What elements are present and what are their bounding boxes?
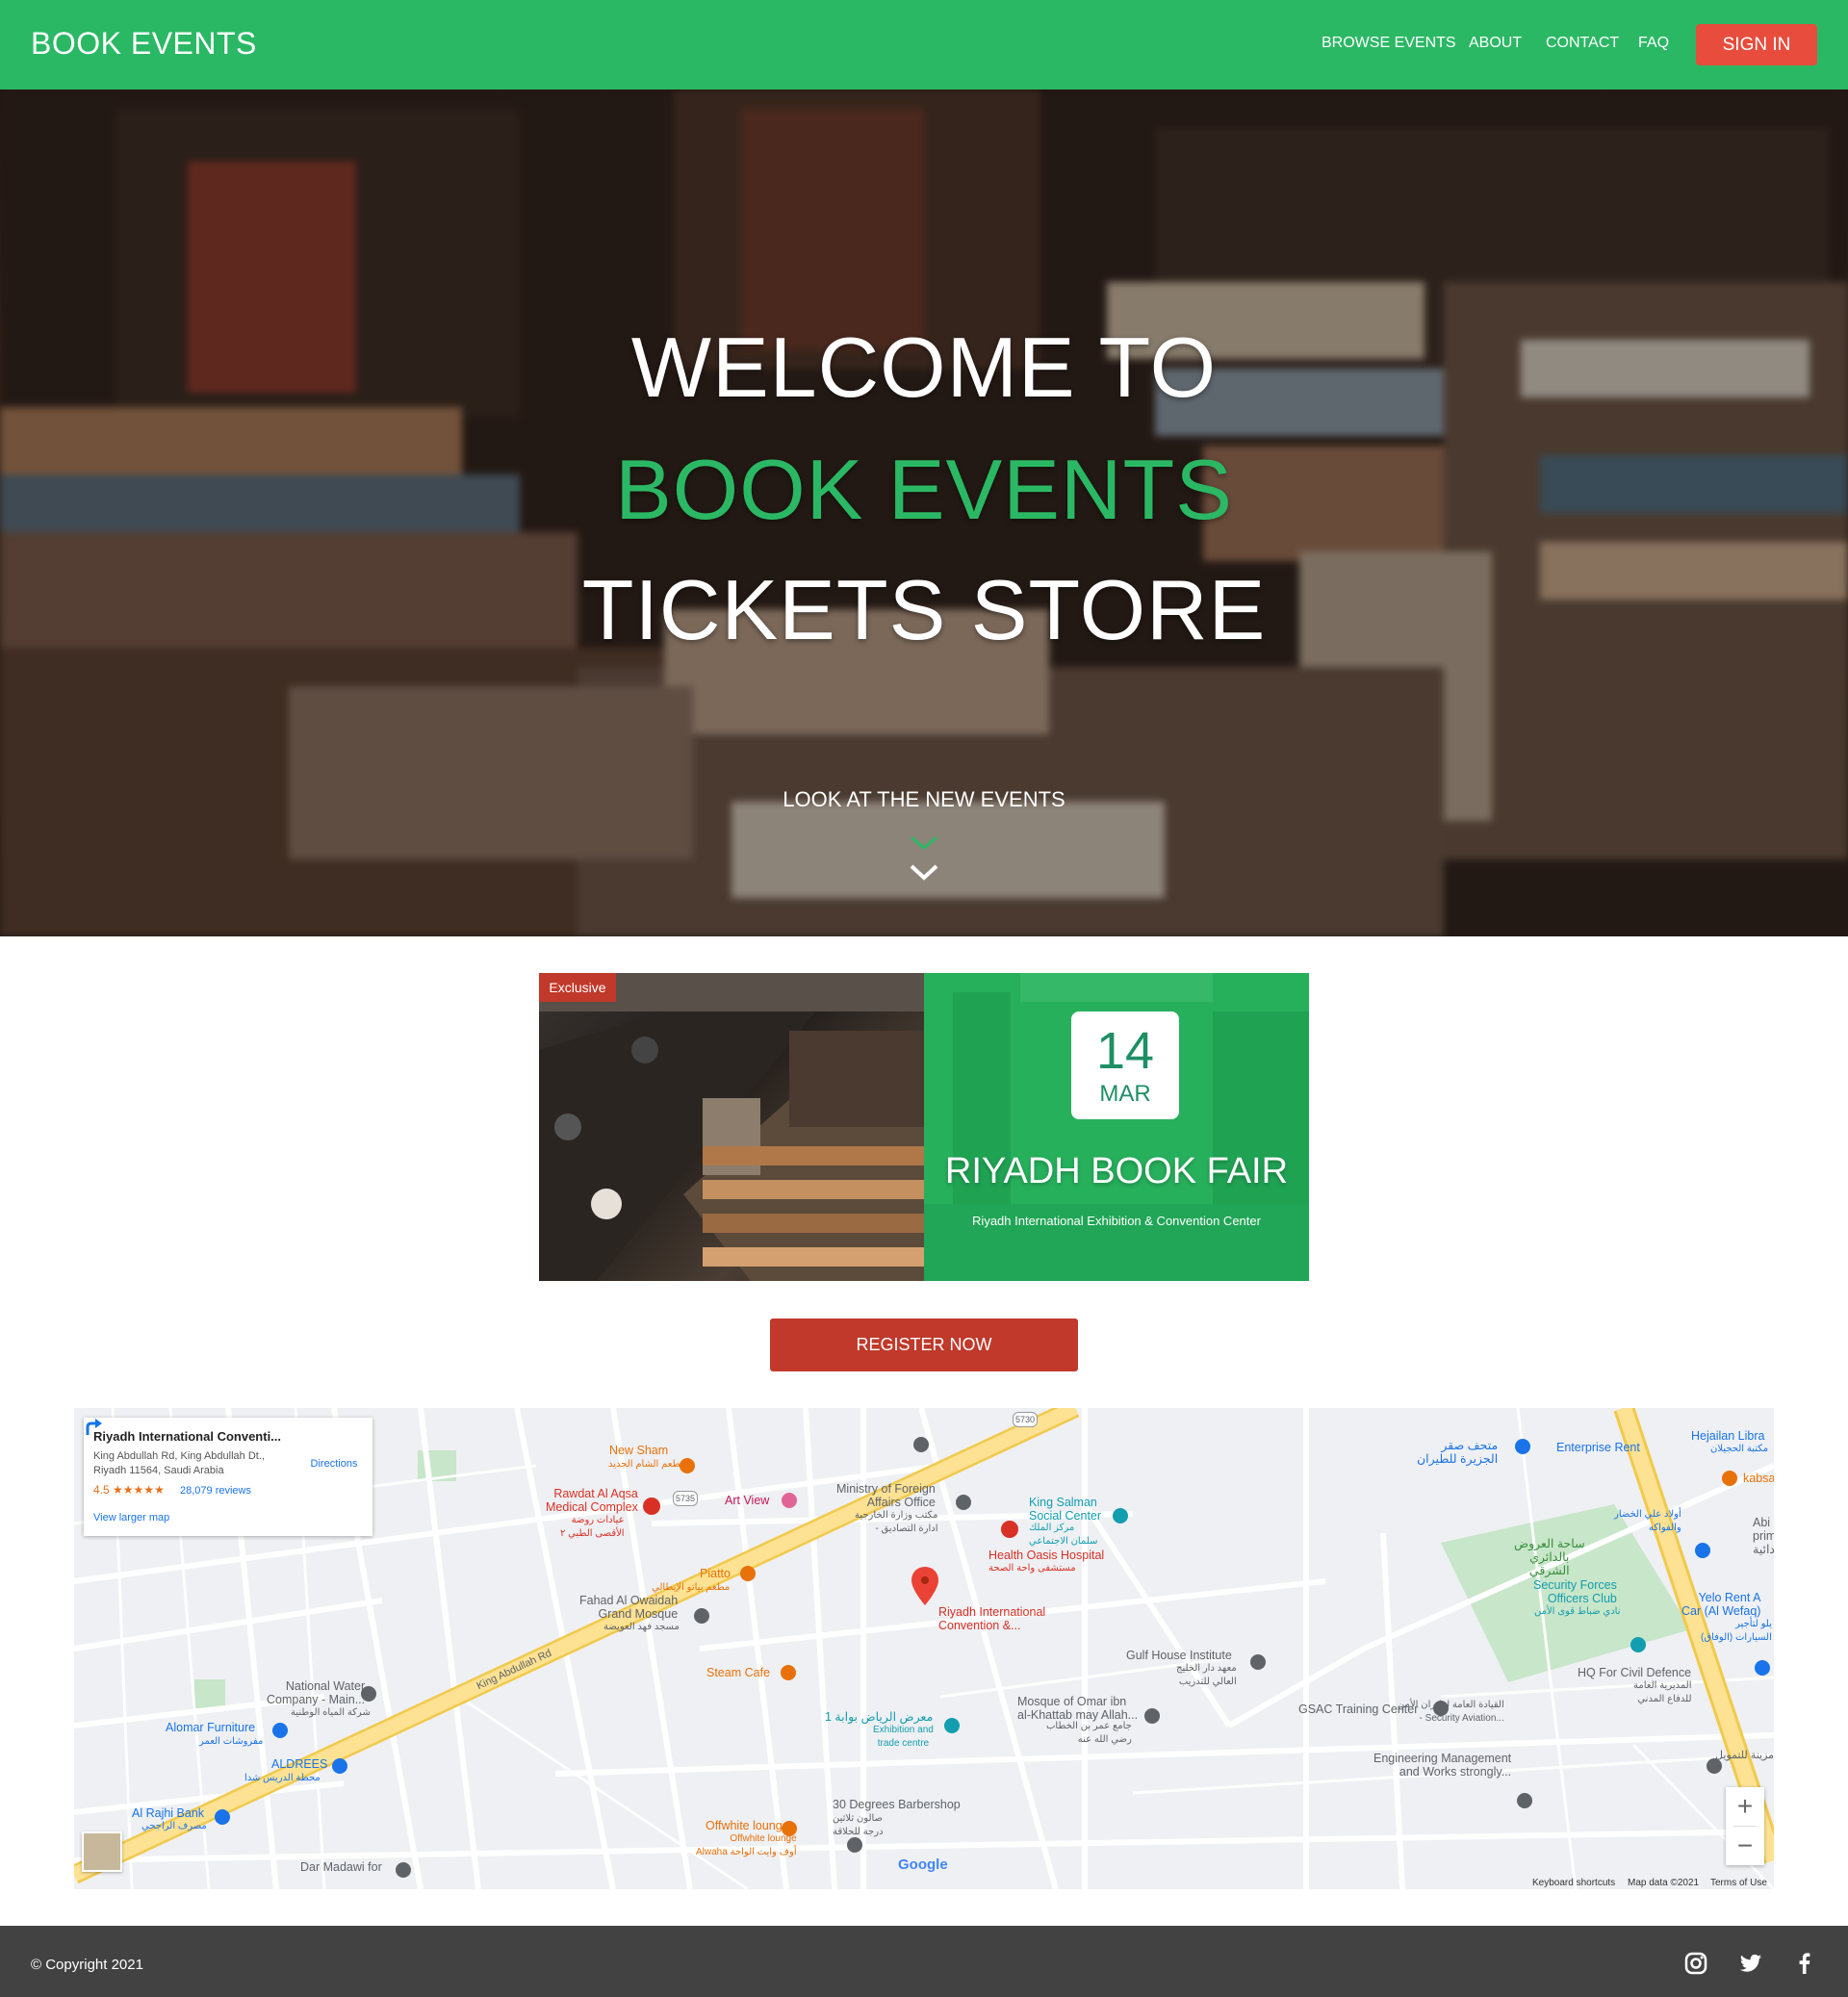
nav-about[interactable]: ABOUT xyxy=(1469,35,1522,52)
nav-browse-events[interactable]: BROWSE EVENTS xyxy=(1322,35,1456,52)
event-day: 14 xyxy=(1095,1022,1155,1080)
keyboard-shortcuts-link[interactable]: Keyboard shortcuts xyxy=(1532,1878,1615,1888)
map-zoom-controls: + − xyxy=(1726,1787,1764,1865)
map-place-title: Riyadh International Conventi... xyxy=(93,1429,282,1444)
footer: © Copyright 2021 xyxy=(0,1926,1848,1997)
map-place-address: King Abdullah Rd, King Abdullah Dt., Riy… xyxy=(93,1450,265,1476)
event-info-panel: 14 MAR RIYADH BOOK FAIR Riyadh Internati… xyxy=(924,973,1309,1281)
chevron-down-icon[interactable] xyxy=(910,864,938,882)
map-reviews-link[interactable]: 28,079 reviews xyxy=(180,1485,251,1497)
star-rating-icon: ★★★★★ xyxy=(113,1483,165,1497)
map-data-text: Map data ©2021 xyxy=(1628,1878,1700,1888)
event-month: MAR xyxy=(1099,1081,1151,1107)
directions-icon[interactable] xyxy=(84,1418,103,1437)
sign-in-button[interactable]: SIGN IN xyxy=(1696,24,1817,65)
twitter-icon[interactable] xyxy=(1738,1951,1763,1976)
facebook-icon[interactable] xyxy=(1792,1951,1817,1976)
hero-title-line3: TICKETS STORE xyxy=(581,562,1267,657)
chevron-down-icon[interactable] xyxy=(910,835,938,851)
google-logo: Google xyxy=(898,1856,948,1873)
view-larger-map-link[interactable]: View larger map xyxy=(93,1512,169,1523)
event-title[interactable]: RIYADH BOOK FAIR xyxy=(924,1151,1309,1192)
event-venue: Riyadh International Exhibition & Conven… xyxy=(972,1214,1261,1228)
google-map[interactable]: New Sham مطعم الشام الجديد Rawdat Al Aqs… xyxy=(74,1408,1774,1889)
zoom-out-button[interactable]: − xyxy=(1726,1827,1764,1865)
hero-banner: WELCOME TO BOOK EVENTS TICKETS STORE LOO… xyxy=(0,90,1848,936)
brand-logo[interactable]: BOOK EVENTS xyxy=(31,26,257,62)
event-photo xyxy=(539,973,924,1281)
hero-title-line2: BOOK EVENTS xyxy=(615,442,1233,537)
zoom-in-button[interactable]: + xyxy=(1726,1787,1764,1826)
nav-faq[interactable]: FAQ xyxy=(1638,35,1669,52)
map-rating: 4.5 ★★★★★ xyxy=(93,1483,165,1497)
hero-title-line1: WELCOME TO xyxy=(630,320,1218,415)
exclusive-badge: Exclusive xyxy=(539,973,616,1002)
nav-contact[interactable]: CONTACT xyxy=(1546,35,1619,52)
event-date: 14 MAR xyxy=(1071,1011,1179,1119)
hero-subtitle[interactable]: LOOK AT THE NEW EVENTS xyxy=(0,787,1848,812)
map-satellite-toggle[interactable] xyxy=(82,1831,122,1872)
register-now-button[interactable]: REGISTER NOW xyxy=(770,1319,1078,1371)
copyright-text: © Copyright 2021 xyxy=(31,1957,143,1973)
navbar: BOOK EVENTS BROWSE EVENTS ABOUT CONTACT … xyxy=(0,0,1848,90)
map-place-card: Riyadh International Conventi... King Ab… xyxy=(84,1418,372,1536)
terms-of-use-link[interactable]: Terms of Use xyxy=(1710,1878,1767,1888)
event-card[interactable]: 14 MAR RIYADH BOOK FAIR Riyadh Internati… xyxy=(539,973,1309,1281)
instagram-icon[interactable] xyxy=(1683,1951,1708,1976)
directions-link[interactable]: Directions xyxy=(305,1458,363,1470)
